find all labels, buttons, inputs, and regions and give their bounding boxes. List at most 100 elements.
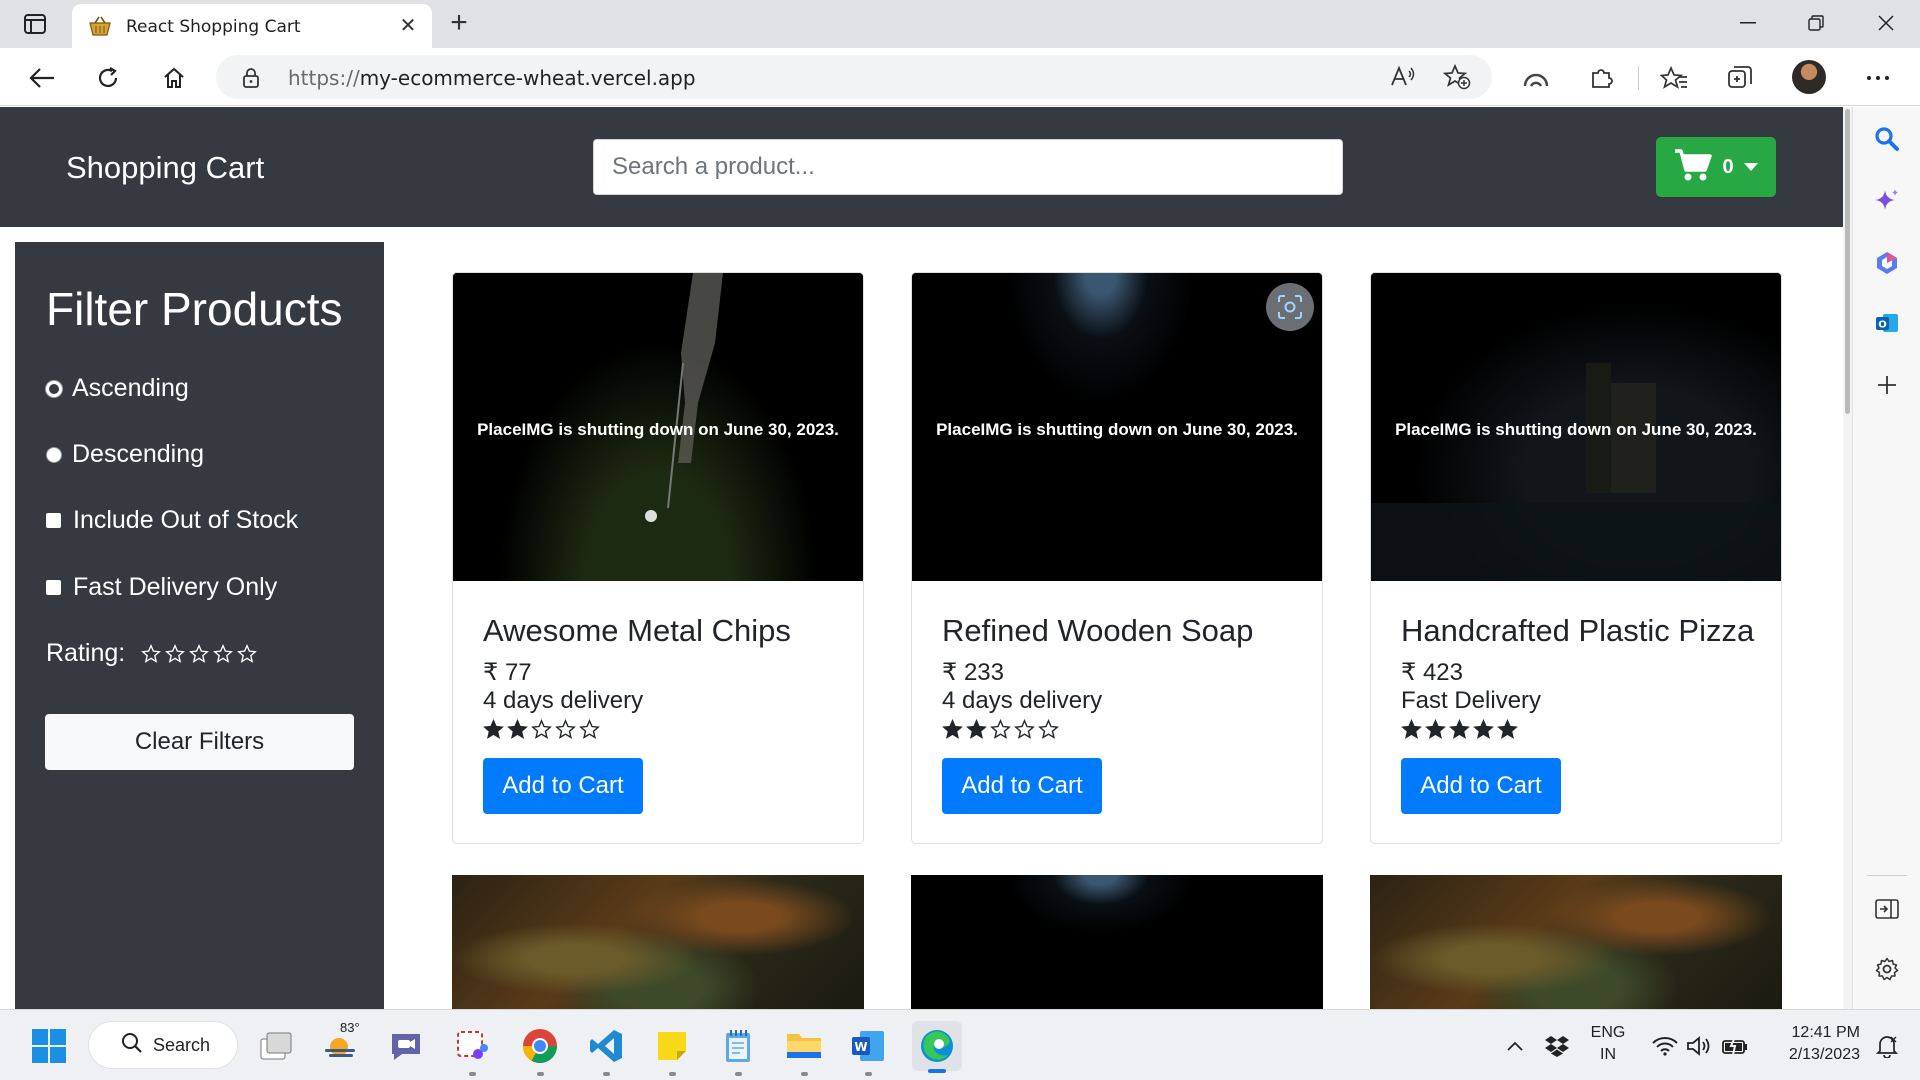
image-placeholder-note: PlaceIMG is shutting down on June 30, 20… [936,420,1298,439]
battery-icon[interactable] [1718,1024,1752,1068]
include-out-of-stock-label: Include Out of Stock [73,506,299,534]
product-image [911,875,1323,1009]
star-outline-icon [1014,719,1035,739]
back-arrow-icon[interactable] [24,60,60,96]
region-code: IN [1600,1046,1616,1063]
wifi-icon[interactable] [1650,1024,1680,1068]
taskbar-search-box[interactable]: Search [88,1021,238,1069]
favorites-icon[interactable] [1656,60,1692,96]
url-host: my-ecommerce-wheat.vercel.app [359,66,696,90]
outlook-icon[interactable]: O [1871,307,1903,339]
page-scrollbar[interactable] [1843,107,1852,1009]
close-window-icon[interactable] [1864,8,1908,38]
add-to-cart-button[interactable]: Add to Cart [483,758,643,814]
running-indicator [603,1072,610,1076]
include-out-of-stock-checkbox[interactable] [46,513,61,528]
language-indicator[interactable]: ENG IN [1588,1022,1628,1066]
browser-titlebar: React Shopping Cart ✕ + [0,0,1920,48]
clock-time: 12:41 PM [1791,1024,1860,1041]
scrollbar-thumb[interactable] [1845,109,1850,414]
cart-dropdown-button[interactable]: 0 [1656,137,1776,197]
add-to-cart-button[interactable]: Add to Cart [1401,758,1561,814]
star-filled-icon [1401,719,1422,739]
word-icon[interactable]: W [846,1024,890,1076]
product-card: PlaceIMG is shutting down on June 30, 20… [911,272,1323,844]
windows-start-icon[interactable] [27,1024,71,1068]
add-to-cart-button[interactable]: Add to Cart [942,758,1102,814]
sticky-notes-icon[interactable] [650,1024,694,1076]
descending-radio[interactable] [46,446,62,463]
edge-icon[interactable] [912,1021,962,1073]
hide-sidebar-icon[interactable] [1871,893,1903,925]
brand-title[interactable]: Shopping Cart [66,150,264,186]
svg-text:W: W [854,1040,867,1054]
copilot-sparkle-icon[interactable] [1871,185,1903,217]
collections-icon[interactable] [1722,60,1758,96]
sort-descending-option[interactable]: Descending [46,440,204,469]
snipping-tool-icon[interactable] [450,1024,494,1076]
close-tab-icon[interactable]: ✕ [396,14,420,38]
fast-delivery-option[interactable]: Fast Delivery Only [46,573,277,602]
notepad-icon[interactable] [716,1024,760,1076]
clear-filters-button[interactable]: Clear Filters [45,714,354,770]
star-outline-icon [1038,719,1059,739]
extensions-icon[interactable] [1584,60,1620,96]
chrome-icon[interactable] [518,1024,562,1076]
fast-delivery-checkbox[interactable] [46,580,61,595]
task-view-icon[interactable] [254,1024,298,1068]
file-explorer-icon[interactable] [782,1024,826,1076]
star-filled-icon [1425,719,1446,739]
browser-toolbar: https://my-ecommerce-wheat.vercel.app [0,48,1920,106]
refresh-icon[interactable] [90,60,126,96]
add-icon[interactable] [1871,369,1903,401]
profile-avatar[interactable] [1792,60,1826,94]
teams-chat-icon[interactable] [384,1024,428,1068]
volume-icon[interactable] [1684,1024,1714,1068]
clock[interactable]: 12:41 PM 2/13/2023 [1764,1022,1860,1066]
dropbox-icon[interactable] [1540,1024,1574,1068]
product-price: ₹ 77 [483,659,532,686]
office-icon[interactable] [1871,247,1903,279]
home-icon[interactable] [156,60,192,96]
search-icon[interactable] [1871,123,1903,155]
include-out-of-stock-option[interactable]: Include Out of Stock [46,506,298,535]
more-options-icon[interactable] [1860,60,1896,96]
running-indicator [865,1072,872,1076]
notifications-icon[interactable] [1870,1024,1904,1068]
minimize-icon[interactable] [1726,8,1770,38]
ascending-radio[interactable] [46,380,62,397]
settings-gear-icon[interactable] [1871,953,1903,985]
add-favorite-icon[interactable] [1442,63,1472,91]
visual-search-icon[interactable] [1266,283,1314,331]
sidebar-divider [1867,875,1907,876]
product-card: PlaceIMG is shutting down on June 30, 20… [452,272,864,844]
read-aloud-icon[interactable] [1388,63,1418,91]
tab-actions-icon[interactable] [20,12,50,36]
product-image: PlaceIMG is shutting down on June 30, 20… [1371,273,1781,581]
filter-title: Filter Products [46,283,343,335]
url-text: https://my-ecommerce-wheat.vercel.app [288,66,696,90]
chevron-up-icon[interactable] [1500,1024,1530,1068]
star-filled-icon [942,719,963,739]
new-tab-icon[interactable]: + [444,8,474,38]
running-indicator [669,1072,676,1076]
product-search-input[interactable] [593,139,1343,195]
restore-icon[interactable] [1794,8,1838,38]
star-outline-icon [165,643,186,663]
address-bar[interactable]: https://my-ecommerce-wheat.vercel.app [216,55,1492,99]
lock-icon[interactable] [242,67,260,94]
product-rating [1401,719,1518,740]
sort-ascending-option[interactable]: Ascending [46,374,189,403]
star-outline-icon [531,719,552,739]
chevron-down-icon [1743,163,1758,171]
product-card: PlaceIMG is shutting down on June 30, 20… [1370,272,1782,844]
product-name: Handcrafted Plastic Pizza [1401,613,1755,648]
rating-stars[interactable] [141,643,258,664]
vscode-icon[interactable] [584,1024,628,1076]
running-indicator [735,1072,742,1076]
browser-essentials-icon[interactable] [1518,60,1554,96]
browser-tab-active[interactable]: React Shopping Cart ✕ [72,4,432,48]
filter-sidebar: Filter Products Ascending Descending Inc… [15,242,384,1009]
star-outline-icon [990,719,1011,739]
product-image [452,875,864,1009]
